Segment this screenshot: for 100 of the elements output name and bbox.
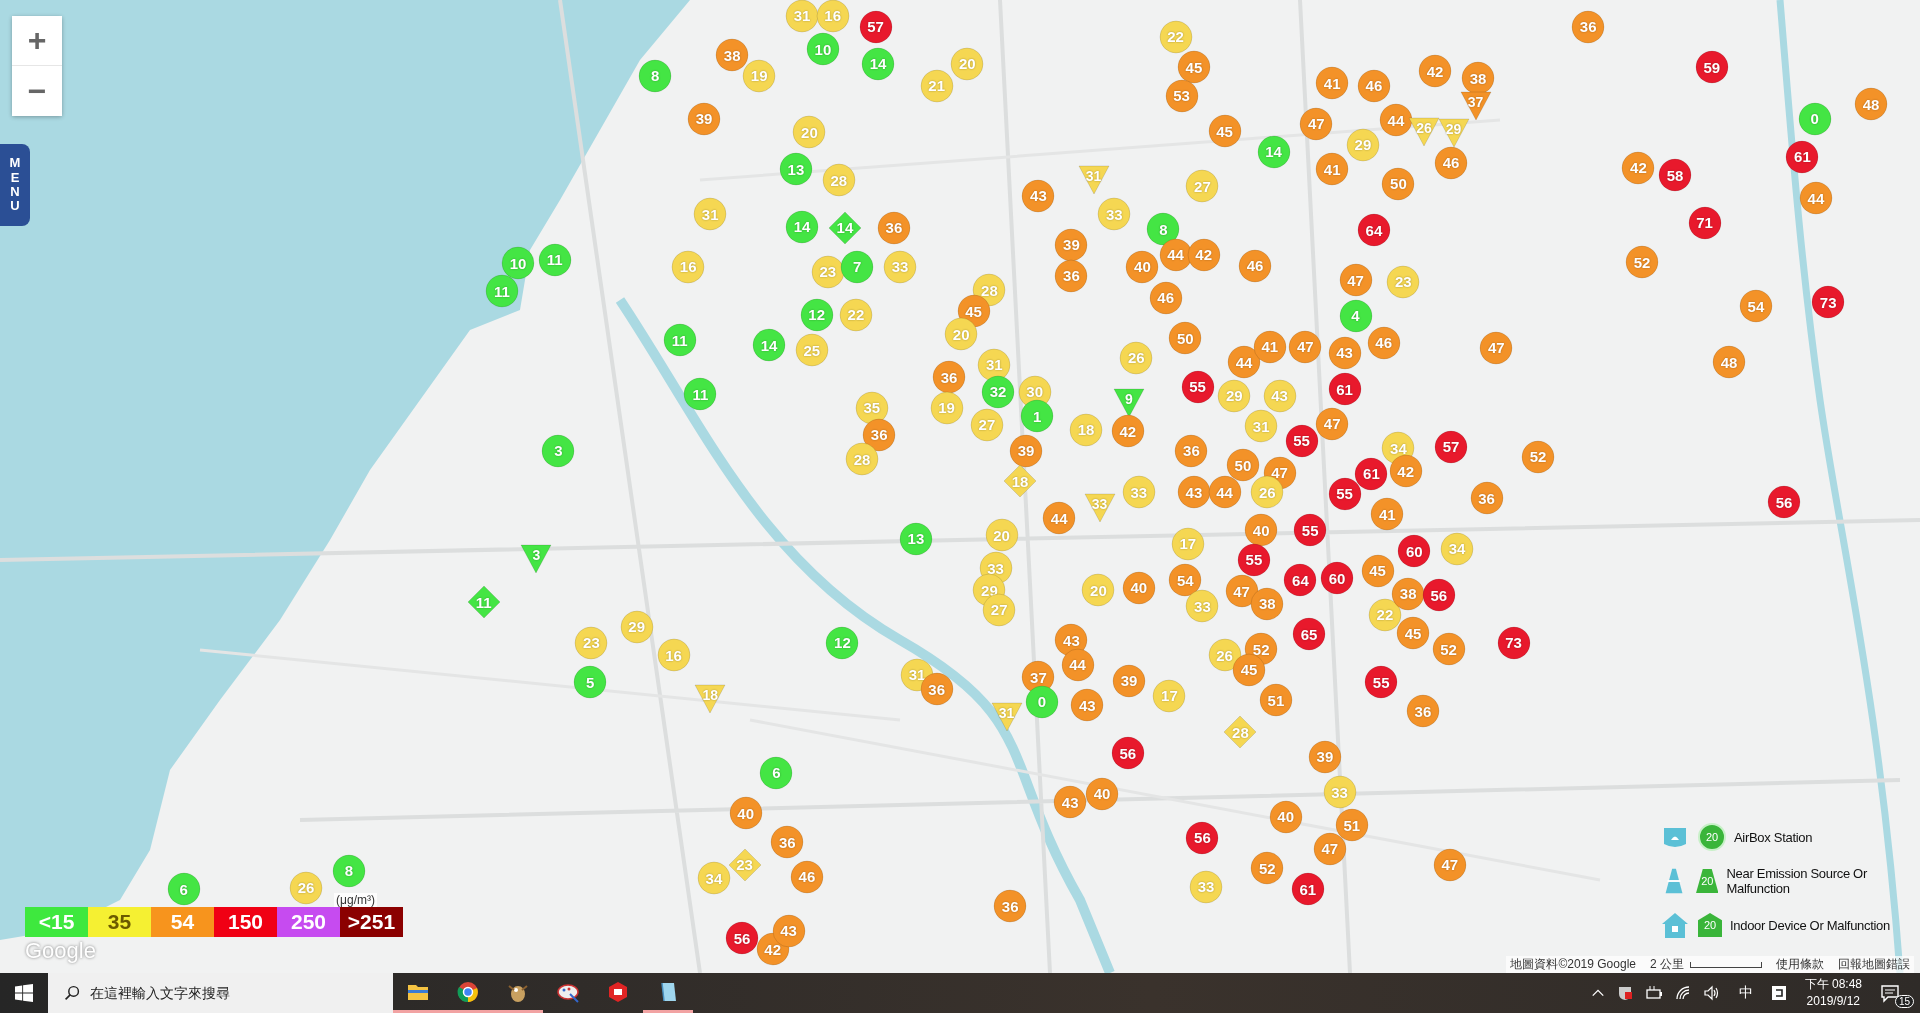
triangle-marker[interactable]: 31 xyxy=(989,699,1024,734)
circle-marker[interactable]: 61 xyxy=(1354,456,1389,491)
circle-marker[interactable]: 8 xyxy=(638,58,673,93)
circle-marker[interactable]: 42 xyxy=(1418,54,1453,88)
circle-marker[interactable]: 31 xyxy=(693,197,728,232)
circle-marker[interactable]: 43 xyxy=(1327,335,1362,370)
circle-marker[interactable]: 6 xyxy=(166,872,201,906)
circle-marker[interactable]: 64 xyxy=(1283,563,1318,598)
keyboard-mode-icon[interactable] xyxy=(1770,985,1787,1001)
circle-marker[interactable]: 42 xyxy=(1388,454,1423,489)
circle-marker[interactable]: 48 xyxy=(1712,345,1746,380)
circle-marker[interactable]: 43 xyxy=(1053,785,1088,819)
circle-marker[interactable]: 20 xyxy=(944,317,979,352)
circle-marker[interactable]: 39 xyxy=(687,101,722,136)
circle-marker[interactable]: 44 xyxy=(1042,501,1077,535)
circle-marker[interactable]: 73 xyxy=(1496,625,1531,660)
circle-marker[interactable]: 36 xyxy=(770,825,805,860)
diamond-marker[interactable]: 23 xyxy=(727,847,762,882)
circle-marker[interactable]: 46 xyxy=(1366,325,1401,360)
circle-marker[interactable]: 56 xyxy=(1421,578,1456,613)
circle-marker[interactable]: 36 xyxy=(1469,481,1504,516)
circle-marker[interactable]: 12 xyxy=(825,625,860,660)
circle-marker[interactable]: 42 xyxy=(1110,414,1145,448)
circle-marker[interactable]: 17 xyxy=(1170,526,1205,561)
circle-marker[interactable]: 47 xyxy=(1299,106,1334,141)
circle-marker[interactable]: 33 xyxy=(1185,589,1220,624)
circle-marker[interactable]: 71 xyxy=(1687,205,1722,240)
circle-marker[interactable]: 52 xyxy=(1625,245,1659,279)
circle-marker[interactable]: 36 xyxy=(1571,9,1606,44)
circle-marker[interactable]: 17 xyxy=(1152,678,1187,713)
circle-marker[interactable]: 26 xyxy=(289,870,324,905)
diamond-marker[interactable]: 11 xyxy=(466,585,501,620)
circle-marker[interactable]: 45 xyxy=(1176,50,1211,85)
circle-marker[interactable]: 73 xyxy=(1811,285,1846,320)
circle-marker[interactable]: 47 xyxy=(1338,263,1373,298)
circle-marker[interactable]: 44 xyxy=(1207,475,1242,510)
report-link[interactable]: 回報地圖錯誤 xyxy=(1838,956,1910,973)
circle-marker[interactable]: 38 xyxy=(1391,576,1426,611)
zoom-in-button[interactable]: + xyxy=(12,16,62,66)
circle-marker[interactable]: 39 xyxy=(1054,227,1089,262)
circle-marker[interactable]: 23 xyxy=(810,254,845,289)
circle-marker[interactable]: 43 xyxy=(1262,378,1297,413)
circle-marker[interactable]: 53 xyxy=(1164,78,1199,113)
diamond-marker[interactable]: 28 xyxy=(1223,715,1258,750)
circle-marker[interactable]: 55 xyxy=(1236,542,1271,577)
circle-marker[interactable]: 43 xyxy=(1070,688,1105,723)
circle-marker[interactable]: 14 xyxy=(1256,134,1291,169)
circle-marker[interactable]: 47 xyxy=(1312,831,1347,866)
circle-marker[interactable]: 32 xyxy=(981,374,1015,409)
circle-marker[interactable]: 18 xyxy=(1069,412,1104,447)
circle-marker[interactable]: 25 xyxy=(794,333,829,368)
triangle-marker[interactable]: 3 xyxy=(519,541,554,576)
circle-marker[interactable]: 10 xyxy=(805,32,840,66)
circle-marker[interactable]: 19 xyxy=(929,390,964,425)
battery-icon[interactable] xyxy=(1644,985,1663,1001)
circle-marker[interactable]: 60 xyxy=(1320,561,1355,595)
circle-marker[interactable]: 20 xyxy=(1081,573,1116,608)
circle-marker[interactable]: 6 xyxy=(759,755,794,790)
circle-marker[interactable]: 14 xyxy=(752,328,786,363)
circle-marker[interactable]: 20 xyxy=(984,518,1019,553)
circle-marker[interactable]: 11 xyxy=(683,377,718,412)
circle-marker[interactable]: 55 xyxy=(1327,476,1362,511)
circle-marker[interactable]: 38 xyxy=(715,38,750,73)
circle-marker[interactable]: 36 xyxy=(932,360,966,395)
circle-marker[interactable]: 58 xyxy=(1658,158,1693,193)
circle-marker[interactable]: 27 xyxy=(1185,169,1220,204)
circle-marker[interactable]: 61 xyxy=(1327,372,1362,407)
search-field[interactable]: 在這裡輸入文字來搜尋 xyxy=(48,973,393,1013)
input-method-button[interactable]: 中 xyxy=(1732,983,1759,1003)
circle-marker[interactable]: 7 xyxy=(840,249,875,284)
circle-marker[interactable]: 13 xyxy=(898,521,933,556)
circle-marker[interactable]: 0 xyxy=(1797,101,1832,136)
circle-marker[interactable]: 10 xyxy=(501,246,535,281)
clock-button[interactable]: 下午 08:48 2019/9/12 xyxy=(1798,975,1868,1011)
circle-marker[interactable]: 46 xyxy=(1356,68,1391,103)
diamond-marker[interactable]: 18 xyxy=(1003,464,1037,499)
circle-marker[interactable]: 56 xyxy=(1110,736,1145,771)
circle-marker[interactable]: 20 xyxy=(950,46,985,81)
circle-marker[interactable]: 55 xyxy=(1284,423,1319,458)
circle-marker[interactable]: 43 xyxy=(1021,178,1056,213)
circle-marker[interactable]: 40 xyxy=(1244,513,1279,548)
circle-marker[interactable]: 40 xyxy=(728,796,763,831)
menu-button[interactable]: MENU xyxy=(0,144,30,226)
speaker-icon[interactable] xyxy=(1702,985,1721,1001)
circle-marker[interactable]: 21 xyxy=(919,68,954,103)
circle-marker[interactable]: 59 xyxy=(1694,50,1729,85)
circle-marker[interactable]: 57 xyxy=(1434,429,1468,464)
circle-marker[interactable]: 14 xyxy=(861,46,895,81)
triangle-marker[interactable]: 18 xyxy=(693,681,728,715)
circle-marker[interactable]: 44 xyxy=(1378,103,1413,137)
circle-marker[interactable]: 28 xyxy=(845,442,879,477)
circle-marker[interactable]: 56 xyxy=(725,921,759,955)
circle-marker[interactable]: 61 xyxy=(1290,872,1325,906)
circle-marker[interactable]: 38 xyxy=(1250,586,1285,621)
circle-marker[interactable]: 22 xyxy=(838,297,873,332)
circle-marker[interactable]: 48 xyxy=(1854,87,1888,122)
circle-marker[interactable]: 50 xyxy=(1168,321,1203,355)
circle-marker[interactable]: 29 xyxy=(619,609,654,644)
circle-marker[interactable]: 52 xyxy=(1521,439,1555,474)
circle-marker[interactable]: 22 xyxy=(1158,19,1193,54)
